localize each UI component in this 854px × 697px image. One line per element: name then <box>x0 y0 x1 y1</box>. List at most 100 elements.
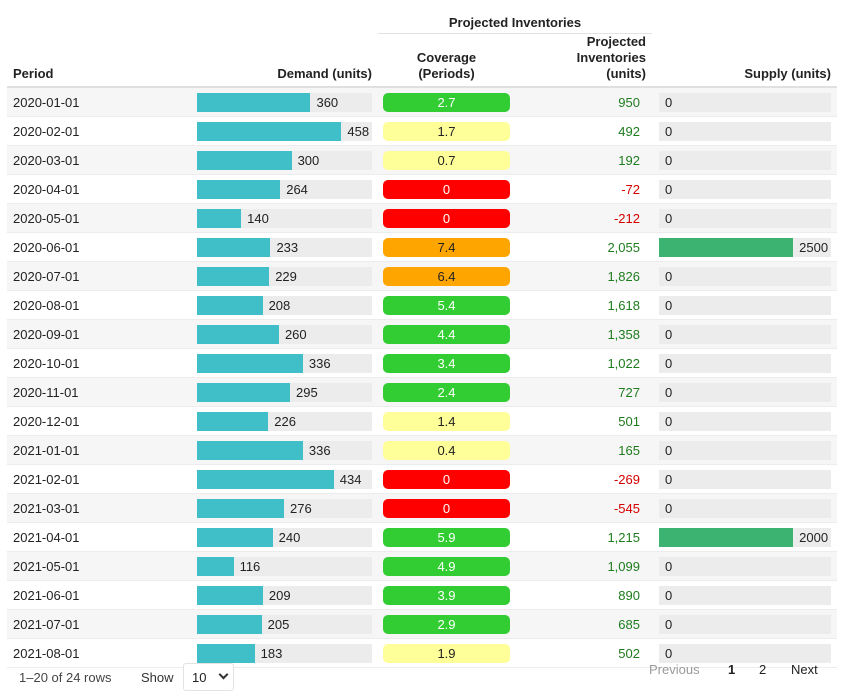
demand-value: 209 <box>268 587 291 603</box>
demand-bar <box>197 440 303 460</box>
coverage-header-line2: (Periods) <box>418 66 475 81</box>
supply-bar-track: 0 <box>659 440 831 460</box>
supply-cell: 0 <box>652 145 837 175</box>
supply-cell: 0 <box>652 493 837 523</box>
supply-cell: 0 <box>652 261 837 291</box>
demand-cell: 205 <box>190 609 378 639</box>
supply-value: 2500 <box>799 239 829 255</box>
demand-value: 233 <box>276 239 299 255</box>
supply-bar-track: 0 <box>659 92 831 112</box>
coverage-cell: 2.7 <box>378 87 515 117</box>
coverage-cell: 0 <box>378 493 515 523</box>
period-cell: 2021-03-01 <box>7 493 190 523</box>
period-cell: 2020-07-01 <box>7 261 190 291</box>
page-1-button[interactable]: 1 <box>728 662 735 677</box>
demand-value: 336 <box>308 442 331 458</box>
column-header-projected-inventories[interactable]: Projected Inventories (units) <box>515 33 652 88</box>
coverage-badge: 1.7 <box>383 121 510 141</box>
supply-bar-track: 2000 <box>659 527 831 547</box>
demand-value: 226 <box>274 413 296 429</box>
coverage-cell: 0 <box>378 174 515 204</box>
demand-cell: 434 <box>190 464 378 494</box>
demand-bar <box>197 208 242 228</box>
demand-cell: 360 <box>190 87 378 117</box>
demand-cell: 140 <box>190 203 378 233</box>
demand-bar <box>197 237 271 257</box>
demand-bar-track: 295 <box>197 382 372 402</box>
page-size-select[interactable]: 10 <box>183 663 234 691</box>
demand-cell: 458 <box>190 116 378 146</box>
supply-cell: 0 <box>652 290 837 320</box>
period-cell: 2021-05-01 <box>7 551 190 581</box>
page-size-value: 10 <box>192 670 207 685</box>
column-header-supply[interactable]: Supply (units) <box>652 33 837 88</box>
supply-cell: 0 <box>652 87 837 117</box>
demand-value: 300 <box>297 152 320 168</box>
coverage-cell: 5.9 <box>378 522 515 552</box>
supply-value: 0 <box>665 152 673 168</box>
supply-bar-track: 0 <box>659 324 831 344</box>
supply-value: 2000 <box>799 529 829 545</box>
demand-bar <box>197 150 292 170</box>
demand-bar-track: 260 <box>197 324 372 344</box>
coverage-cell: 2.4 <box>378 377 515 407</box>
supply-bar-track: 0 <box>659 614 831 634</box>
demand-value: 240 <box>278 529 301 545</box>
projected-inventory-cell: 192 <box>515 145 652 175</box>
page-2-button[interactable]: 2 <box>759 662 766 677</box>
supply-value: 0 <box>665 413 673 429</box>
period-cell: 2020-02-01 <box>7 116 190 146</box>
table-row: 2020-12-01 226 1.4 501 0 <box>7 406 837 436</box>
table-row: 2021-01-01 336 0.4 165 0 <box>7 435 837 465</box>
demand-value: 140 <box>247 210 269 226</box>
demand-bar <box>197 266 270 286</box>
coverage-badge: 7.4 <box>383 237 510 257</box>
coverage-cell: 3.9 <box>378 580 515 610</box>
supply-value: 0 <box>665 587 673 603</box>
demand-bar <box>197 498 284 518</box>
group-header-projected-inventories: Projected Inventories <box>378 0 652 34</box>
period-cell: 2021-01-01 <box>7 435 190 465</box>
demand-bar <box>197 643 255 663</box>
demand-bar <box>197 121 342 141</box>
coverage-badge: 0.4 <box>383 440 510 460</box>
projected-header-line1: Projected Inventories <box>576 34 646 65</box>
demand-value: 276 <box>290 500 312 516</box>
demand-bar-track: 233 <box>197 237 372 257</box>
coverage-badge: 0.7 <box>383 150 510 170</box>
demand-bar-track: 140 <box>197 208 372 228</box>
supply-bar <box>659 237 794 257</box>
supply-bar-track: 0 <box>659 179 831 199</box>
supply-cell: 2000 <box>652 522 837 552</box>
supply-value: 0 <box>665 442 673 458</box>
period-cell: 2020-11-01 <box>7 377 190 407</box>
coverage-header-line1: Coverage <box>416 50 477 65</box>
demand-cell: 295 <box>190 377 378 407</box>
projected-inventory-cell: 1,358 <box>515 319 652 349</box>
demand-value: 434 <box>339 471 362 487</box>
table-row: 2020-10-01 336 3.4 1,022 0 <box>7 348 837 378</box>
column-header-coverage[interactable]: Coverage (Periods) <box>378 33 515 88</box>
projected-inventory-cell: 1,022 <box>515 348 652 378</box>
demand-cell: 208 <box>190 290 378 320</box>
next-page-button[interactable]: Next <box>791 662 818 677</box>
column-header-period[interactable]: Period <box>7 33 190 88</box>
show-label: Show <box>141 670 174 685</box>
period-cell: 2020-12-01 <box>7 406 190 436</box>
previous-page-button[interactable]: Previous <box>649 662 700 677</box>
supply-value: 0 <box>665 616 673 632</box>
supply-value: 0 <box>665 326 673 342</box>
demand-bar <box>197 411 269 431</box>
projected-inventory-cell: -545 <box>515 493 652 523</box>
demand-value: 229 <box>275 268 297 284</box>
demand-value: 183 <box>260 645 283 661</box>
supply-bar-track: 0 <box>659 121 831 141</box>
supply-cell: 0 <box>652 464 837 494</box>
demand-cell: 336 <box>190 348 378 378</box>
projected-inventory-cell: 501 <box>515 406 652 436</box>
demand-value: 360 <box>316 94 339 110</box>
period-cell: 2021-02-01 <box>7 464 190 494</box>
supply-bar-track: 0 <box>659 411 831 431</box>
demand-bar-track: 208 <box>197 295 372 315</box>
column-header-demand[interactable]: Demand (units) <box>190 33 378 88</box>
